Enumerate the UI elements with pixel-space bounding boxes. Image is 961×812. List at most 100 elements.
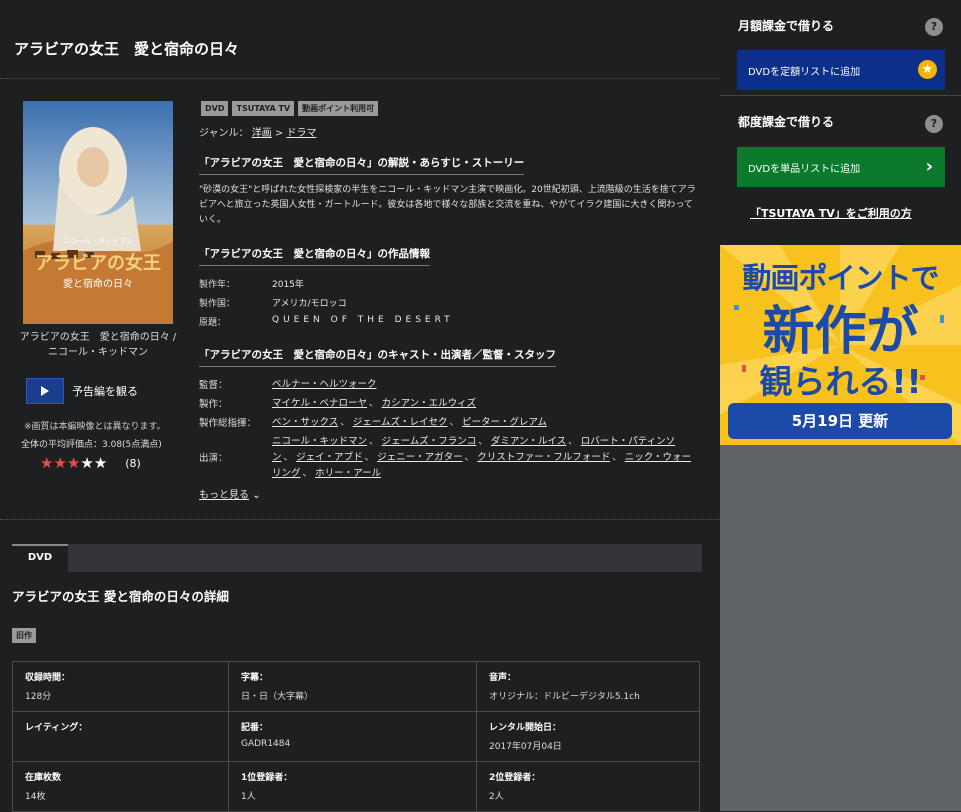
cell-label: 字幕： [241, 673, 269, 683]
help-icon[interactable]: ? [925, 18, 943, 36]
person-link[interactable]: ジェームズ・フランコ [382, 436, 477, 447]
table-cell: 字幕： 日・日（大字幕） [228, 661, 477, 712]
cell-value: 128分 [25, 692, 52, 702]
name-separator: 、 [464, 452, 475, 463]
single-button-label[interactable]: DVDを単品リストに追加 [748, 160, 860, 175]
video-point-banner[interactable]: 動画ポイントで 新作が 観られる!! 5月19日 更新 [720, 245, 961, 445]
cell-label: 収録時間： [25, 673, 71, 683]
title-divider [0, 78, 720, 79]
info-label: 製作国： [199, 299, 236, 309]
synopsis-heading: 「アラビアの女王 愛と宿命の日々」の解説・あらすじ・ストーリー [199, 155, 525, 175]
badge-tsutaya-tv: TSUTAYA TV [232, 101, 295, 116]
banner-line3: 観られる!! [759, 362, 922, 401]
badge-dvd: DVD [201, 101, 229, 116]
person-link[interactable]: カシアン・エルウィズ [382, 398, 477, 409]
cell-value: 日・日（大字幕） [241, 692, 314, 702]
table-row: 収録時間： 128分 字幕： 日・日（大字幕） 音声： オリジナル：ドルビーデジタル5… [12, 661, 700, 712]
sidebar-divider [720, 95, 961, 96]
name-separator: 、 [478, 436, 488, 447]
review-count-link[interactable]: (8) [125, 457, 141, 470]
trailer-label[interactable]: 予告編を観る [72, 383, 138, 399]
info-row-original-title: 原題： QUEEN OF THE DESERT [199, 315, 454, 328]
poster-art-actor: ニコール・キッドマン [63, 237, 133, 245]
star-filled-icon: ★ [66, 454, 81, 472]
monthly-heading: 月額課金で借りる [738, 19, 835, 33]
genre-separator: > [274, 128, 284, 139]
genre-label: ジャンル： [199, 128, 249, 139]
cell-value: 2人 [489, 792, 504, 802]
chevron-down-icon[interactable]: ⌄ [252, 490, 260, 501]
star-icon: ★ [918, 60, 937, 79]
cast-names: ベルナー・ヘルツォーク [272, 377, 692, 393]
cell-value: オリジナル：ドルビーデジタル5.1ch [489, 692, 640, 702]
person-link[interactable]: ベルナー・ヘルツォーク [272, 379, 377, 390]
info-label: 原題： [199, 318, 227, 328]
person-link[interactable]: マイケル・ベナローヤ [272, 398, 367, 409]
cell-label: 在庫枚数 [25, 773, 62, 783]
cell-label: 音声： [489, 673, 517, 683]
person-link[interactable]: ニコール・キッドマン [272, 436, 367, 447]
name-separator: 、 [449, 417, 459, 428]
name-separator: 、 [568, 436, 578, 447]
cast-label: 出演： [199, 453, 228, 464]
movie-poster[interactable]: アラビアの女王 愛と宿命の日々 ニコール・キッドマン [23, 101, 173, 324]
person-link[interactable]: ベン・サックス [272, 417, 338, 428]
tsutaya-tv-link[interactable]: 「TSUTAYA TV」をご利用の方 [750, 205, 912, 221]
rating-stars[interactable]: ★ ★ ★ ★ ★ (8) [40, 455, 141, 471]
table-row: 在庫枚数 14枚 1位登録者： 1人 2位登録者： 2人 [12, 761, 700, 812]
name-separator: 、 [283, 452, 294, 463]
star-filled-icon: ★ [40, 454, 54, 472]
info-value: QUEEN OF THE DESERT [272, 315, 454, 325]
name-separator: 、 [369, 398, 379, 409]
person-link[interactable]: ジェイ・アブド [296, 452, 363, 463]
cast-names: ニコール・キッドマン、 ジェームズ・フランコ、 ダミアン・ルイス、 ロバート・パ… [272, 434, 692, 482]
poster-caption: アラビアの女王 愛と宿命の日々 / ニコール・キッドマン [19, 332, 177, 358]
cell-value: 14枚 [25, 792, 46, 802]
name-separator: 、 [364, 452, 375, 463]
table-cell: 収録時間： 128分 [12, 661, 229, 712]
cast-row-exec-producer: 製作総指揮： ベン・サックス、 ジェームズ・レイセク、 ピーター・グレアム [199, 415, 692, 431]
more-link-label[interactable]: もっと見る [199, 490, 249, 501]
page-title: アラビアの女王 愛と宿命の日々 [14, 40, 240, 58]
person-link[interactable]: ジェームズ・レイセク [353, 417, 448, 428]
info-label: 製作年： [199, 280, 236, 290]
play-icon[interactable] [26, 378, 64, 404]
cast-label: 製作総指揮： [199, 418, 257, 429]
cell-label: 1位登録者： [241, 773, 293, 783]
format-tab-bar: DVD [12, 544, 702, 572]
old-release-badge: 旧作 [12, 628, 36, 643]
cell-value: GADR1484 [241, 739, 291, 749]
add-to-single-list-button[interactable]: DVDを単品リストに追加 › [737, 147, 945, 187]
person-link[interactable]: ホリー・アール [315, 468, 381, 479]
cast-row-producer: 製作： マイケル・ベナローヤ、 カシアン・エルウィズ [199, 396, 692, 412]
banner-line2: 新作が [762, 302, 919, 362]
genre-parent-link[interactable]: 洋画 [252, 128, 272, 139]
trailer-button[interactable]: 予告編を観る [26, 378, 138, 404]
add-to-monthly-list-button[interactable]: DVDを定額リストに追加 ★ [737, 50, 945, 90]
more-link[interactable]: もっと見る ⌄ [199, 486, 261, 501]
genre-child-link[interactable]: ドラマ [286, 128, 316, 139]
rental-options: 月額課金で借りる ? DVDを定額リストに追加 ★ 都度課金で借りる ? DVD… [720, 0, 961, 245]
name-separator: 、 [612, 452, 622, 463]
format-badges: DVD TSUTAYA TV 動画ポイント利用可 [201, 101, 379, 116]
cell-label: レンタル開始日： [489, 723, 562, 733]
poster-art-title-line1: アラビアの女王 [35, 253, 161, 274]
rental-sidebar: 月額課金で借りる ? DVDを定額リストに追加 ★ 都度課金で借りる ? DVD… [720, 0, 961, 811]
monthly-button-label[interactable]: DVDを定額リストに追加 [748, 63, 860, 78]
cell-label: レイティング： [25, 723, 88, 733]
info-row-year: 製作年： 2015年 [199, 277, 304, 290]
table-cell: レンタル開始日： 2017年07月04日 [476, 711, 700, 762]
help-icon[interactable]: ? [925, 115, 943, 133]
cell-label: 記番： [241, 723, 269, 733]
cell-label: 2位登録者： [489, 773, 541, 783]
person-link[interactable]: クリストファー・フルフォード [477, 452, 610, 463]
person-link[interactable]: ジェニー・アガター [377, 452, 463, 463]
name-separator: 、 [340, 417, 350, 428]
section-divider [0, 519, 720, 520]
average-rating-text: 全体の平均評価点：3.08(5点満点) [21, 440, 162, 450]
person-link[interactable]: ピーター・グレアム [462, 417, 547, 428]
cell-value: 1人 [241, 792, 256, 802]
poster-art-title: アラビアの女王 愛と宿命の日々 [23, 249, 173, 290]
person-link[interactable]: ダミアン・ルイス [491, 436, 566, 447]
tab-dvd[interactable]: DVD [12, 544, 68, 572]
